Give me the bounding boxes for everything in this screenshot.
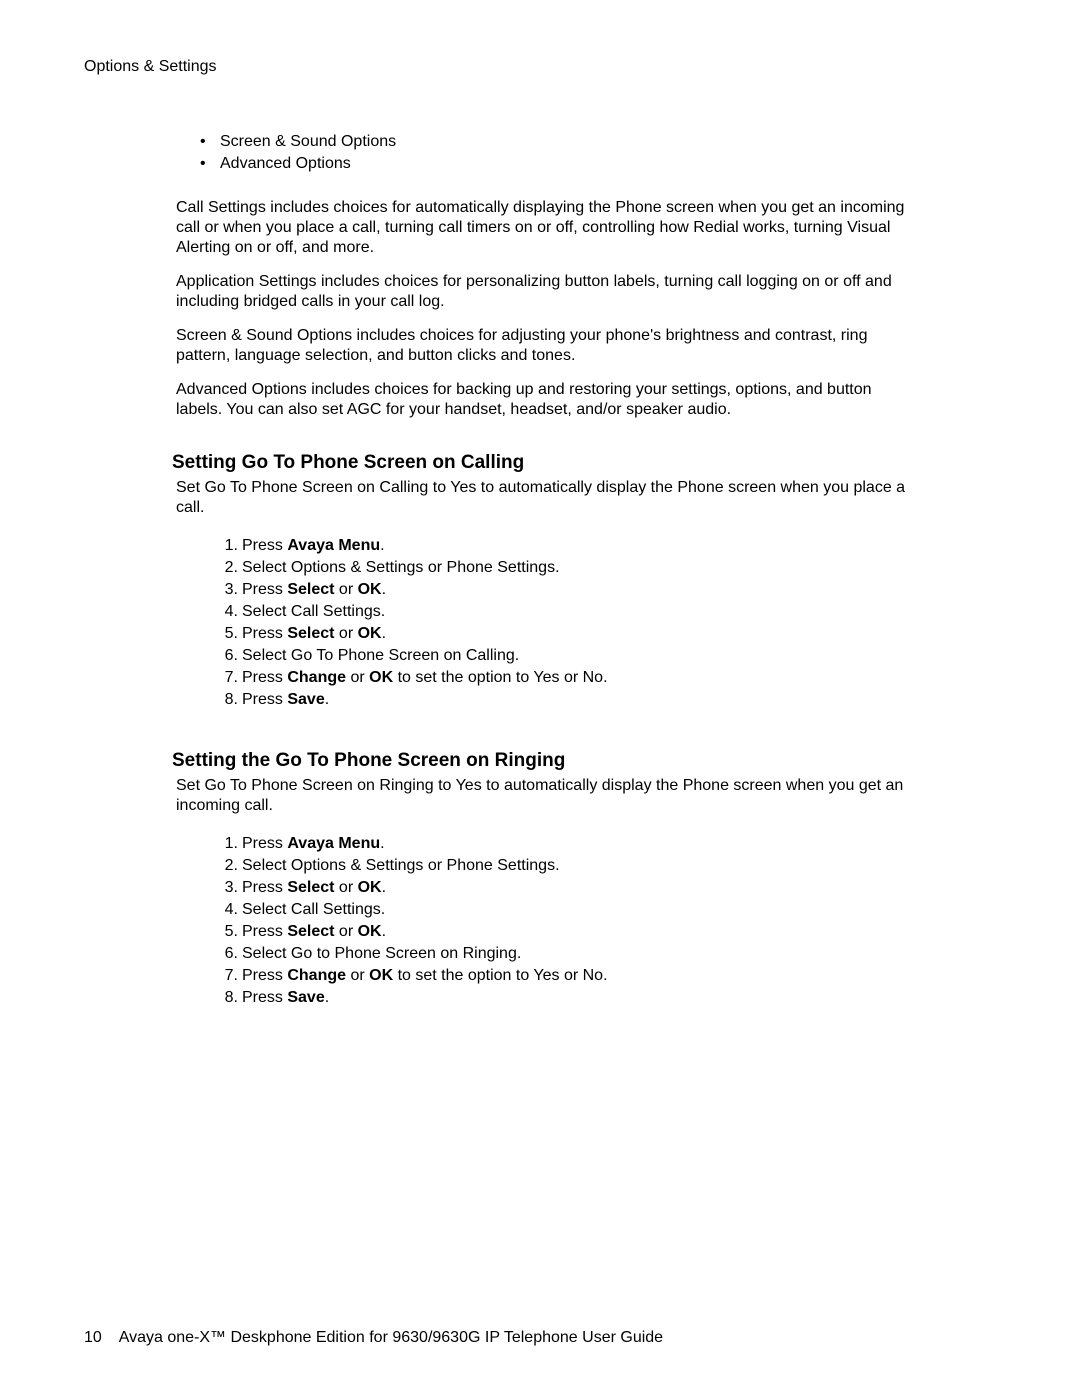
list-item: Press Select or OK. xyxy=(242,580,906,600)
page-footer: 10 Avaya one-X™ Deskphone Edition for 96… xyxy=(84,1329,663,1347)
list-item: Press Save. xyxy=(242,690,906,710)
calling-body: Set Go To Phone Screen on Calling to Yes… xyxy=(176,478,906,710)
list-item: Press Select or OK. xyxy=(242,922,906,942)
list-item: Advanced Options xyxy=(220,154,906,174)
bold-text: Select xyxy=(287,923,334,940)
ringing-steps: Press Avaya Menu.Select Options & Settin… xyxy=(176,834,906,1008)
paragraph: Call Settings includes choices for autom… xyxy=(176,198,906,258)
paragraph: Set Go To Phone Screen on Ringing to Yes… xyxy=(176,776,906,816)
bold-text: Change xyxy=(287,967,346,984)
running-header: Options & Settings xyxy=(84,58,996,76)
bold-text: OK xyxy=(358,879,382,896)
bold-text: Select xyxy=(287,581,334,598)
bold-text: Avaya Menu xyxy=(287,537,380,554)
ringing-body: Set Go To Phone Screen on Ringing to Yes… xyxy=(176,776,906,1008)
options-bullet-list: Screen & Sound Options Advanced Options xyxy=(176,132,906,174)
calling-steps: Press Avaya Menu.Select Options & Settin… xyxy=(176,536,906,710)
paragraph: Screen & Sound Options includes choices … xyxy=(176,326,906,366)
list-item: Press Avaya Menu. xyxy=(242,536,906,556)
intro-block: Screen & Sound Options Advanced Options … xyxy=(176,132,906,420)
list-item: Press Save. xyxy=(242,988,906,1008)
footer-title: Avaya one-X™ Deskphone Edition for 9630/… xyxy=(119,1329,663,1346)
list-item: Select Options & Settings or Phone Setti… xyxy=(242,856,906,876)
page-number: 10 xyxy=(84,1329,102,1346)
paragraph: Set Go To Phone Screen on Calling to Yes… xyxy=(176,478,906,518)
bold-text: Select xyxy=(287,879,334,896)
bold-text: OK xyxy=(369,669,393,686)
list-item: Select Call Settings. xyxy=(242,900,906,920)
list-item: Press Change or OK to set the option to … xyxy=(242,668,906,688)
bold-text: OK xyxy=(358,581,382,598)
list-item: Press Select or OK. xyxy=(242,878,906,898)
paragraph: Advanced Options includes choices for ba… xyxy=(176,380,906,420)
page: Options & Settings Screen & Sound Option… xyxy=(0,0,1080,1397)
list-item: Select Call Settings. xyxy=(242,602,906,622)
list-item: Press Change or OK to set the option to … xyxy=(242,966,906,986)
bold-text: Avaya Menu xyxy=(287,835,380,852)
list-item: Select Go to Phone Screen on Ringing. xyxy=(242,944,906,964)
heading-calling: Setting Go To Phone Screen on Calling xyxy=(172,452,996,474)
list-item: Press Select or OK. xyxy=(242,624,906,644)
paragraph: Application Settings includes choices fo… xyxy=(176,272,906,312)
list-item: Screen & Sound Options xyxy=(220,132,906,152)
heading-ringing: Setting the Go To Phone Screen on Ringin… xyxy=(172,750,996,772)
bold-text: OK xyxy=(358,923,382,940)
list-item: Select Go To Phone Screen on Calling. xyxy=(242,646,906,666)
bold-text: Save xyxy=(287,989,324,1006)
bold-text: Save xyxy=(287,691,324,708)
bold-text: OK xyxy=(358,625,382,642)
list-item: Press Avaya Menu. xyxy=(242,834,906,854)
bold-text: Select xyxy=(287,625,334,642)
list-item: Select Options & Settings or Phone Setti… xyxy=(242,558,906,578)
bold-text: OK xyxy=(369,967,393,984)
bold-text: Change xyxy=(287,669,346,686)
